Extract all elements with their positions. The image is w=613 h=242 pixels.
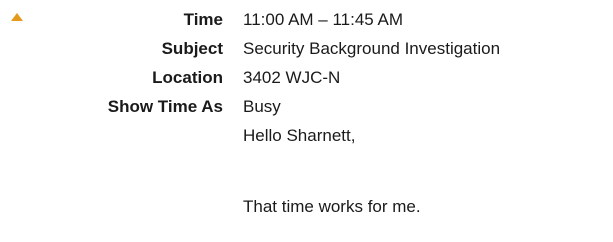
message-greeting: Hello Sharnett, [243, 126, 356, 145]
location-value: 3402 WJC-N [243, 68, 341, 87]
show-time-as-value: Busy [243, 97, 281, 116]
time-label: Time [183, 10, 223, 29]
subject-row: Subject Security Background Investigatio… [0, 36, 613, 62]
subject-value: Security Background Investigation [243, 39, 501, 58]
location-label: Location [152, 68, 223, 87]
show-time-as-row: Show Time As Busy [0, 94, 613, 120]
subject-label: Subject [161, 39, 223, 58]
location-row: Location 3402 WJC-N [0, 65, 613, 91]
time-value: 11:00 AM – 11:45 AM [243, 10, 404, 29]
message-body: That time works for me. [243, 197, 421, 216]
time-row: Time 11:00 AM – 11:45 AM [0, 7, 613, 33]
show-time-as-label: Show Time As [107, 97, 223, 116]
